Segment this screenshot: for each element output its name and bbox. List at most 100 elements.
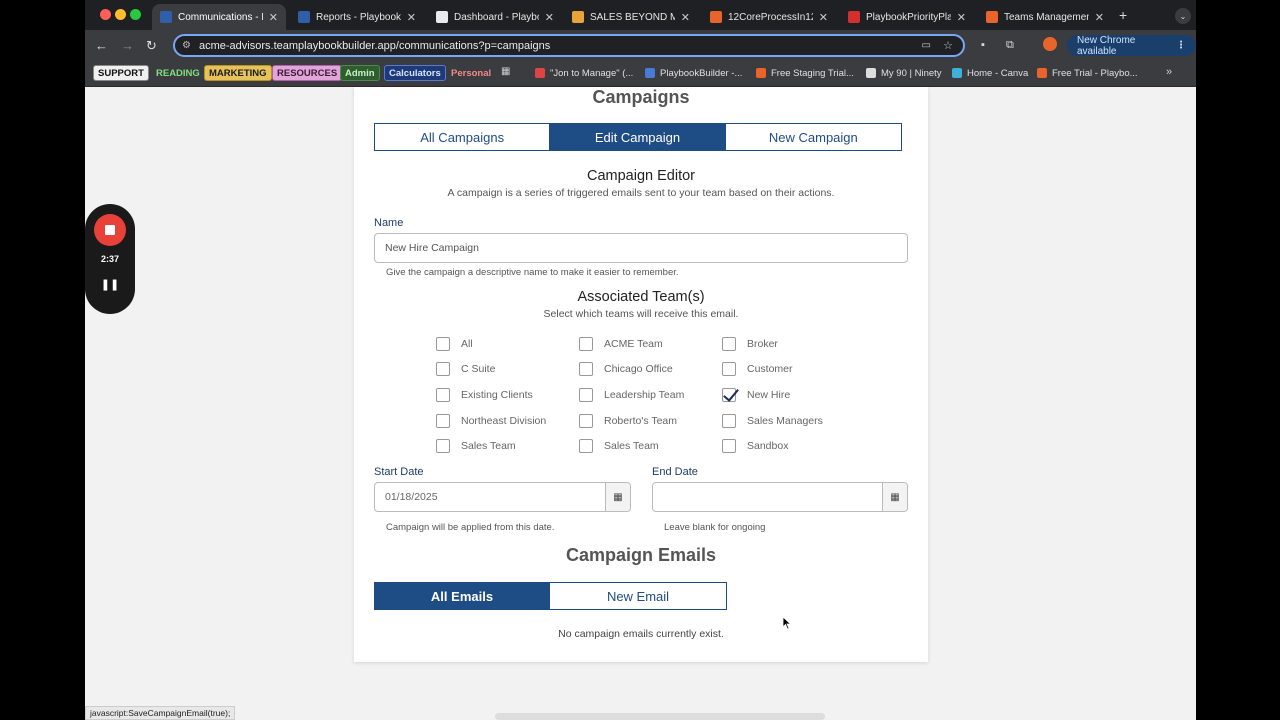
kebab-menu-icon[interactable]: ⋮ (1176, 40, 1186, 51)
team-checkbox[interactable] (436, 439, 450, 453)
close-tab-icon[interactable]: ✕ (681, 11, 690, 24)
tab-new-campaign[interactable]: New Campaign (725, 124, 901, 150)
team-label: Chicago Office (604, 363, 673, 375)
bookmark-folder[interactable]: Personal (446, 65, 496, 81)
campaign-name-value: New Hire Campaign (385, 242, 479, 254)
extension-icon[interactable]: ▪ (981, 39, 985, 51)
back-icon[interactable]: ← (95, 38, 108, 53)
team-checkbox-row[interactable]: Sandbox (722, 439, 788, 453)
bookmark-link[interactable]: Free Trial - Playbo... (1033, 65, 1142, 81)
start-date-field[interactable]: 01/18/2025 ▦ (374, 482, 631, 512)
team-checkbox-row[interactable]: New Hire (722, 388, 790, 402)
profile-avatar-icon[interactable] (1043, 37, 1057, 51)
page-title: Campaigns (592, 87, 690, 107)
bookmark-folder[interactable]: RESOURCES (272, 65, 343, 81)
team-checkbox[interactable] (722, 414, 736, 428)
browser-tab[interactable]: SALES BEYOND MEA ✕ (564, 4, 698, 30)
minimize-window-button[interactable] (115, 9, 126, 20)
editor-title: Campaign Editor (587, 168, 695, 184)
bookmark-link[interactable]: My 90 | Ninety (862, 65, 946, 81)
team-checkbox-row[interactable]: Broker (722, 337, 778, 351)
browser-tab[interactable]: 12CoreProcessIn12S ✕ (702, 4, 836, 30)
apps-grid-icon[interactable]: ▦ (501, 66, 510, 77)
bookmark-folder[interactable]: Admin (340, 65, 380, 81)
tab-edit-campaign[interactable]: Edit Campaign (550, 124, 726, 150)
team-checkbox[interactable] (436, 388, 450, 402)
team-checkbox[interactable] (722, 362, 736, 376)
team-checkbox[interactable] (579, 414, 593, 428)
bookmark-link-label: Home - Canva (967, 67, 1029, 79)
team-checkbox-row[interactable]: ACME Team (579, 337, 663, 351)
address-bar[interactable]: ⚙ acme-advisors.teamplaybookbuilder.app/… (173, 34, 965, 57)
forward-icon[interactable]: → (121, 38, 134, 53)
browser-tab[interactable]: Reports - PlaybookBu ✕ (290, 4, 424, 30)
end-date-calendar-button[interactable]: ▦ (882, 483, 907, 511)
bookmarks-bar: SUPPORT READING MARKETING RESOURCES Admin Cal… (85, 61, 1196, 87)
team-checkbox[interactable] (722, 388, 736, 402)
team-checkbox-row[interactable]: Customer (722, 362, 793, 376)
team-checkbox-row[interactable]: Sales Team (579, 439, 659, 453)
new-chrome-label: New Chrome available (1077, 34, 1136, 57)
team-checkbox[interactable] (579, 388, 593, 402)
bookmark-folder[interactable]: READING (151, 65, 205, 81)
new-chrome-available-button[interactable]: New Chrome available ⋮ (1067, 34, 1196, 57)
close-tab-icon[interactable]: ✕ (545, 11, 554, 24)
bookmark-link[interactable]: Home - Canva (948, 65, 1032, 81)
extensions-puzzle-icon[interactable]: ⧉ (1006, 39, 1014, 52)
cast-icon[interactable]: ▭ (922, 40, 931, 51)
new-tab-button[interactable]: + (1119, 7, 1127, 23)
team-checkbox[interactable] (579, 439, 593, 453)
start-date-calendar-button[interactable]: ▦ (605, 483, 630, 511)
tab-all-emails[interactable]: All Emails (375, 583, 550, 609)
team-checkbox[interactable] (579, 337, 593, 351)
close-tab-icon[interactable]: ✕ (1095, 11, 1104, 24)
end-date-field[interactable]: ▦ (652, 482, 908, 512)
browser-tab[interactable]: Communications - Pl ✕ (152, 4, 286, 30)
team-checkbox[interactable] (436, 414, 450, 428)
tab-all-campaigns[interactable]: All Campaigns (375, 124, 551, 150)
close-tab-icon[interactable]: ✕ (407, 11, 416, 24)
team-checkbox-row[interactable]: Leadership Team (579, 388, 684, 402)
browser-tab[interactable]: PlaybookPriorityPlan ✕ (840, 4, 974, 30)
close-tab-icon[interactable]: ✕ (819, 11, 828, 24)
team-checkbox-row[interactable]: Sales Managers (722, 414, 823, 428)
campaign-name-field[interactable]: New Hire Campaign (374, 233, 908, 263)
bookmark-link[interactable]: PlaybookBuilder -... (641, 65, 746, 81)
stop-recording-button[interactable] (94, 214, 126, 246)
bookmark-link[interactable]: "Jon to Manage" (... (531, 65, 637, 81)
team-checkbox-row[interactable]: Sales Team (436, 439, 516, 453)
close-window-button[interactable] (100, 9, 111, 20)
team-checkbox[interactable] (436, 337, 450, 351)
bookmark-folder[interactable]: MARKETING (204, 65, 272, 81)
more-bookmarks-icon[interactable]: » (1166, 66, 1172, 78)
browser-tab[interactable]: Teams Management ✕ (978, 4, 1112, 30)
maximize-window-button[interactable] (130, 9, 141, 20)
browser-tab[interactable]: Dashboard - Playboo ✕ (428, 4, 562, 30)
close-tab-icon[interactable]: ✕ (269, 11, 278, 24)
bookmark-folder[interactable]: SUPPORT (93, 65, 149, 81)
email-tabs: All Emails New Email (374, 582, 727, 610)
team-checkbox[interactable] (722, 337, 736, 351)
team-checkbox[interactable] (579, 362, 593, 376)
team-checkbox[interactable] (722, 439, 736, 453)
end-date-help-text: Leave blank for ongoing (664, 522, 766, 533)
team-checkbox-row[interactable]: Northeast Division (436, 414, 546, 428)
tab-search-button[interactable]: ⌄ (1175, 8, 1191, 24)
team-checkbox-row[interactable]: Existing Clients (436, 388, 533, 402)
team-checkbox-row[interactable]: C Suite (436, 362, 495, 376)
pause-recording-button[interactable]: ❚❚ (85, 278, 135, 291)
bookmark-link[interactable]: Free Staging Trial... (752, 65, 858, 81)
reload-icon[interactable]: ↻ (146, 38, 157, 54)
team-checkbox[interactable] (436, 362, 450, 376)
bookmark-folder[interactable]: Calculators (384, 65, 446, 81)
tab-new-email[interactable]: New Email (550, 583, 726, 609)
team-checkbox-row[interactable]: Chicago Office (579, 362, 673, 376)
site-info-icon[interactable]: ⚙ (182, 40, 191, 51)
bookmark-link-label: PlaybookBuilder -... (660, 67, 743, 79)
bookmark-star-icon[interactable]: ☆ (943, 39, 953, 52)
bookmark-favicon-icon (756, 68, 766, 78)
team-checkbox-row[interactable]: All (436, 337, 473, 351)
close-tab-icon[interactable]: ✕ (957, 11, 966, 24)
campaign-tabs: All Campaigns Edit Campaign New Campaign (374, 123, 902, 151)
team-checkbox-row[interactable]: Roberto's Team (579, 414, 677, 428)
